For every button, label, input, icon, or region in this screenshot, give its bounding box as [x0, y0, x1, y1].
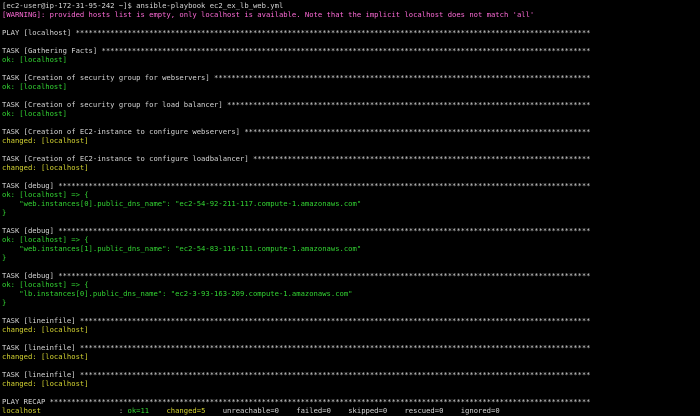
recap-host: localhost	[2, 406, 41, 415]
task-header: TASK [Gathering Facts] *****************…	[2, 46, 591, 55]
command-prompt: [ec2-user@ip-172-31-95-242 ~]$ ansible-p…	[2, 1, 284, 10]
debug-close: }	[2, 298, 7, 307]
recap-rest: unreachable=0 failed=0 skipped=0 rescued…	[222, 406, 500, 415]
recap-spacer	[149, 406, 166, 415]
task-result: changed: [localhost]	[2, 136, 89, 145]
task-header: TASK [Creation of EC2-instance to config…	[2, 154, 591, 163]
lineinfile-task-header: TASK [lineinfile] **********************…	[2, 316, 591, 325]
debug-open: ok: [localhost] => {	[2, 190, 89, 199]
task-result: ok: [localhost]	[2, 109, 67, 118]
task-result: ok: [localhost]	[2, 55, 67, 64]
debug-open: ok: [localhost] => {	[2, 280, 89, 289]
task-header: TASK [Creation of EC2-instance to config…	[2, 127, 591, 136]
debug-value: "lb.instances[0].public_dns_name": "ec2-…	[2, 289, 353, 298]
lineinfile-task-header: TASK [lineinfile] **********************…	[2, 370, 591, 379]
recap-spacer	[205, 406, 222, 415]
debug-task-header: TASK [debug] ***************************…	[2, 271, 591, 280]
debug-value: "web.instances[0].public_dns_name": "ec2…	[2, 199, 362, 208]
recap-separator: :	[40, 406, 128, 415]
play-header: PLAY [localhost] ***********************…	[2, 28, 591, 37]
debug-close: }	[2, 253, 7, 262]
lineinfile-result: changed: [localhost]	[2, 379, 89, 388]
recap-ok: ok=11	[127, 406, 150, 415]
lineinfile-result: changed: [localhost]	[2, 325, 89, 334]
lineinfile-task-header: TASK [lineinfile] **********************…	[2, 343, 591, 352]
terminal-window[interactable]: [ec2-user@ip-172-31-95-242 ~]$ ansible-p…	[0, 0, 700, 416]
task-header: TASK [Creation of security group for loa…	[2, 100, 591, 109]
recap-changed: changed=5	[166, 406, 206, 415]
lineinfile-result: changed: [localhost]	[2, 352, 89, 361]
play-recap-header: PLAY RECAP *****************************…	[2, 397, 591, 406]
task-result: ok: [localhost]	[2, 82, 67, 91]
debug-task-header: TASK [debug] ***************************…	[2, 226, 591, 235]
recap-row: localhost : ok=11 changed=5 unreachable=…	[2, 406, 698, 415]
debug-close: }	[2, 208, 7, 217]
debug-open: ok: [localhost] => {	[2, 235, 89, 244]
warning-message: [WARNING]: provided hosts list is empty,…	[2, 10, 535, 19]
task-result: changed: [localhost]	[2, 163, 89, 172]
debug-task-header: TASK [debug] ***************************…	[2, 181, 591, 190]
task-header: TASK [Creation of security group for web…	[2, 73, 591, 82]
debug-value: "web.instances[1].public_dns_name": "ec2…	[2, 244, 362, 253]
